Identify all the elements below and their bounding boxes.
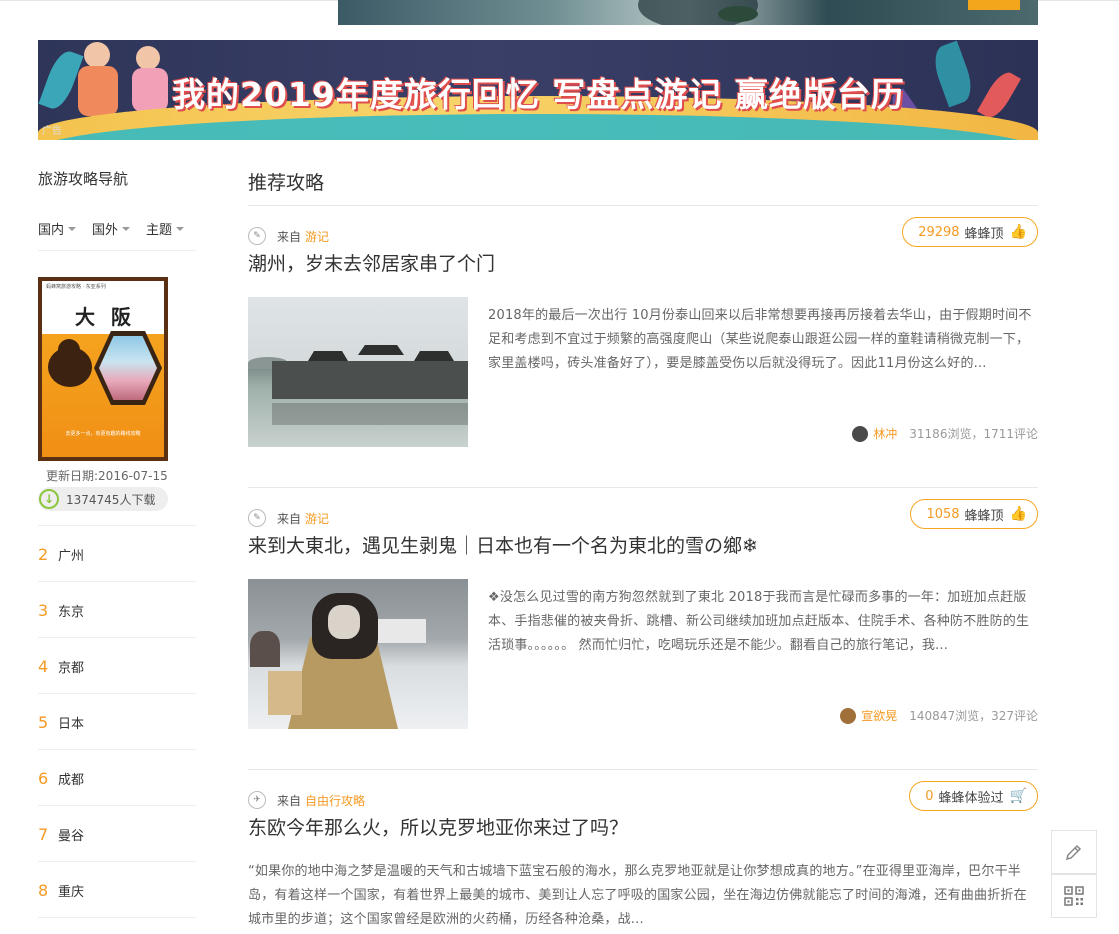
city-item[interactable]: 4 京都	[38, 638, 196, 694]
divider	[38, 917, 196, 918]
ad-tag: 广告	[42, 126, 62, 137]
post-card: ✎ 来自 游记 29298 蜂蜂顶 👍 潮州，岁末去邻居家串了个门 2018年的…	[248, 217, 1038, 466]
vote-button[interactable]: 29298 蜂蜂顶 👍	[902, 217, 1038, 247]
city-rank: 8	[38, 880, 49, 900]
tab-domestic[interactable]: 国内	[38, 219, 77, 238]
city-name: 广州	[58, 548, 85, 564]
avatar[interactable]	[840, 707, 857, 724]
divider	[38, 250, 196, 251]
city-item[interactable]: 6 成都	[38, 750, 196, 806]
post-source: ✈ 来自 自由行攻略	[248, 790, 365, 810]
tab-domestic-label: 国内	[38, 223, 65, 238]
travelnote-icon: ✎	[248, 509, 266, 527]
divider	[248, 769, 1038, 770]
post-excerpt: ❖没怎么见过雪的南方狗忽然就到了東北 2018于我而言是忙碌而多事的一年：加班加…	[488, 590, 1030, 653]
city-item[interactable]: 7 曼谷	[38, 806, 196, 862]
thumbs-up-icon: 👍	[1009, 506, 1027, 522]
post-excerpt: “如果你的地中海之梦是温暖的天气和古城墙下蓝宝石般的海水，那么克罗地亚就是让你梦…	[248, 864, 1027, 927]
guide-series: 蚂蜂窝旅游攻略 · 东亚系列	[46, 284, 106, 290]
post-title[interactable]: 来到大東北，遇见生剥鬼｜日本也有一个名为東北的雪の鄉❄	[248, 531, 758, 558]
vote-button[interactable]: 1058 蜂蜂顶 👍	[910, 499, 1038, 529]
post-source: ✎ 来自 游记	[248, 508, 329, 528]
city-item[interactable]: 3 东京	[38, 582, 196, 638]
city-item[interactable]: 5 日本	[38, 694, 196, 750]
guide-cover[interactable]: 蚂蜂窝旅游攻略 · 东亚系列 大阪 去更多一点，有更有趣的路线攻略	[38, 277, 168, 461]
tab-theme[interactable]: 主题	[146, 219, 185, 238]
experience-button[interactable]: 0 蜂蜂体验过 🛒	[909, 781, 1038, 811]
tab-abroad[interactable]: 国外	[92, 219, 131, 238]
cart-icon: 🛒	[1009, 788, 1027, 804]
travelnote-icon: ✎	[248, 227, 266, 245]
guide-city: 大阪	[75, 305, 147, 329]
city-name: 东京	[58, 604, 85, 620]
source-link[interactable]: 自由行攻略	[305, 792, 365, 809]
guide-slogan: 去更多一点，有更有趣的路线攻略	[65, 431, 141, 437]
source-prefix: 来自	[277, 793, 302, 808]
post-stats: 31186浏览，1711评论	[909, 427, 1038, 441]
post-meta: 林冲 31186浏览，1711评论	[852, 425, 1038, 442]
author-name[interactable]: 林冲	[873, 425, 897, 442]
post-thumbnail[interactable]	[248, 579, 468, 729]
top-ad-image[interactable]	[338, 0, 1038, 25]
post-thumbnail[interactable]	[248, 297, 468, 447]
source-prefix: 来自	[277, 229, 302, 244]
city-rank: 7	[38, 824, 49, 844]
vote-label: 蜂蜂体验过	[938, 790, 1004, 806]
source-prefix: 来自	[277, 511, 302, 526]
avatar[interactable]	[852, 425, 869, 442]
vote-count: 0	[925, 788, 934, 804]
post-source: ✎ 来自 游记	[248, 226, 329, 246]
chevron-down-icon	[122, 226, 131, 231]
write-button[interactable]	[1051, 830, 1097, 874]
city-item[interactable]: 2 广州	[38, 526, 196, 582]
post-card: ✈ 来自 自由行攻略 0 蜂蜂体验过 🛒 东欧今年那么火，所以克罗地亚你来过了吗…	[248, 781, 1038, 934]
pencil-icon	[1065, 844, 1082, 861]
city-name: 曼谷	[58, 828, 85, 844]
qrcode-icon	[1064, 886, 1084, 906]
author-name[interactable]: 宣欲晃	[861, 707, 897, 724]
promo-banner[interactable]: 我的2019年度旅行回忆 写盘点游记 赢绝版台历 广告	[38, 40, 1038, 140]
guide-update-date: 更新日期:2016-07-15	[46, 469, 168, 483]
main-title: 推荐攻略	[248, 172, 325, 194]
city-name: 日本	[58, 716, 85, 732]
download-button[interactable]: ↓ 1374745人下载	[38, 487, 168, 511]
qrcode-button[interactable]	[1051, 874, 1097, 918]
city-item[interactable]: 8 重庆	[38, 862, 196, 918]
vote-count: 1058	[926, 506, 960, 522]
city-name: 重庆	[58, 884, 85, 900]
divider	[248, 487, 1038, 488]
source-link[interactable]: 游记	[305, 510, 329, 527]
post-card: ✎ 来自 游记 1058 蜂蜂顶 👍 来到大東北，遇见生剥鬼｜日本也有一个名为東…	[248, 499, 1038, 748]
sidebar-tabs: 国内 国外 主题	[38, 219, 200, 238]
download-count: 1374745人下载	[66, 492, 156, 507]
city-rank: 2	[38, 544, 49, 564]
post-excerpt: 2018年的最后一次出行 10月份泰山回来以后非常想要再接再厉接着去华山，由于假…	[488, 308, 1032, 371]
tab-abroad-label: 国外	[92, 223, 119, 238]
guide-icon: ✈	[248, 791, 266, 809]
post-stats: 140847浏览，327评论	[909, 709, 1038, 723]
tab-theme-label: 主题	[146, 223, 173, 238]
city-rank: 4	[38, 656, 49, 676]
vote-label: 蜂蜂顶	[964, 226, 1004, 242]
city-rank: 6	[38, 768, 49, 788]
post-title[interactable]: 东欧今年那么火，所以克罗地亚你来过了吗？	[248, 813, 628, 840]
divider	[248, 205, 1038, 206]
banner-title: 我的2019年度旅行回忆 写盘点游记 赢绝版台历	[172, 75, 905, 114]
city-name: 京都	[58, 660, 85, 676]
post-meta: 宣欲晃 140847浏览，327评论	[840, 707, 1038, 724]
vote-label: 蜂蜂顶	[964, 508, 1004, 524]
source-link[interactable]: 游记	[305, 228, 329, 245]
download-icon: ↓	[39, 489, 59, 509]
chevron-down-icon	[68, 226, 77, 231]
post-title[interactable]: 潮州，岁末去邻居家串了个门	[248, 249, 495, 276]
thumbs-up-icon: 👍	[1009, 224, 1027, 240]
city-rank: 5	[38, 712, 49, 732]
vote-count: 29298	[918, 224, 960, 240]
city-rank: 3	[38, 600, 49, 620]
city-name: 成都	[58, 772, 85, 788]
chevron-down-icon	[176, 226, 185, 231]
sidebar-title: 旅游攻略导航	[38, 170, 129, 188]
